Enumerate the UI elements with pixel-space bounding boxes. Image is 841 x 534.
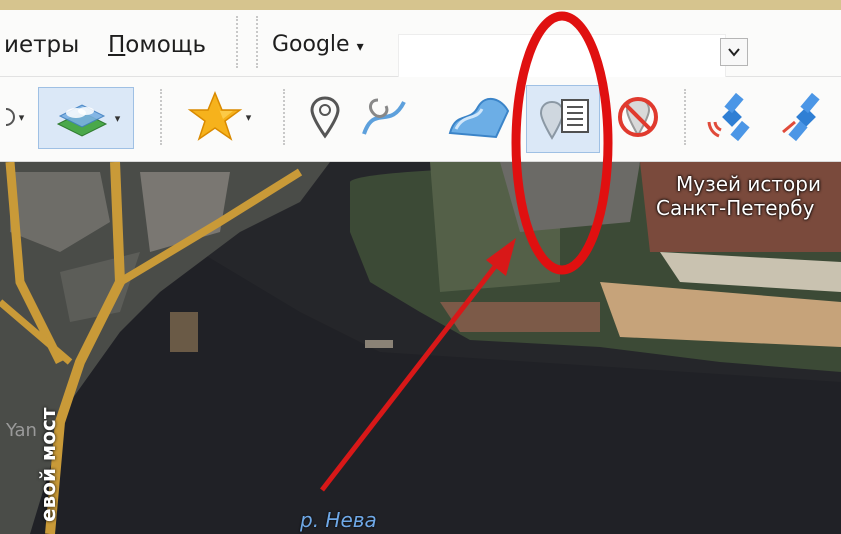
hide-placemarks-button[interactable] [612,87,664,147]
chevron-down-icon: ▾ [18,110,25,124]
satellite-button[interactable] [776,87,838,147]
chevron-down-icon: ▾ [114,111,121,125]
layers-icon [56,104,107,137]
river-label: р. Нева [300,508,377,532]
toolbar-grip[interactable] [684,89,686,145]
favorites-button[interactable]: ▾ [176,87,262,147]
chevron-down-icon: ▾ [245,110,252,124]
placemark-list-button[interactable] [526,85,600,153]
search-dropdown-button[interactable] [720,38,748,66]
places-toolbar: ▾ ▾ ▾ [0,77,841,162]
menu-bar: иетры Помощь Google ▾ [0,10,841,78]
chevron-down-icon: ▾ [356,39,364,55]
layers-button[interactable]: ▾ [38,87,134,149]
favorites-star-icon [187,91,243,141]
polygon-icon [448,97,510,139]
satellite-icon [782,92,820,142]
menu-item-help[interactable]: Помощь [108,32,206,58]
window-top-border [0,0,841,10]
chevron-down-icon [728,48,740,57]
path-icon [362,98,406,135]
map-watermark: Yan [6,420,37,441]
add-placemark-button[interactable] [300,87,350,147]
satellite-signal-button[interactable] [700,87,766,147]
toolbar-grip[interactable] [256,16,258,68]
search-input[interactable] [398,34,726,78]
museum-label-line2: Санкт-Петербу [656,196,815,220]
help-accelerator: П [108,32,126,58]
no-placemark-icon [618,97,658,137]
search-engine-label: Google [272,32,350,57]
menu-item-params[interactable]: иетры [4,32,79,58]
toolbar-grip[interactable] [283,89,285,145]
museum-label-line1: Музей истори [676,172,821,196]
partial-icon [5,108,15,126]
search-engine-selector[interactable]: Google ▾ [272,32,364,57]
previous-tool-dropdown[interactable]: ▾ [0,87,30,147]
add-polygon-button[interactable] [444,87,514,147]
toolbar-grip[interactable] [160,89,162,145]
placemark-icon [310,96,340,139]
toolbar-grip[interactable] [236,16,238,68]
satellite-map[interactable]: Музей истори Санкт-Петербу Yan евой мост… [0,162,841,534]
bridge-label: евой мост [36,407,60,522]
placemark-list-icon [539,99,589,140]
satellite-signal-icon [707,92,750,142]
add-path-button[interactable] [356,87,412,147]
help-label-rest: омощь [125,32,207,58]
